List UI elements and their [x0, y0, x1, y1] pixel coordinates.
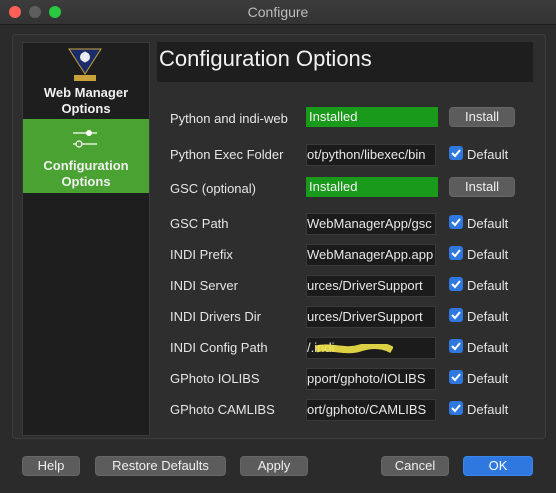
sidebar-item-label: Options — [61, 174, 111, 189]
indi-drivers-dir-input[interactable]: urces/DriverSupport — [306, 306, 436, 328]
page-title: Configuration Options — [159, 46, 372, 71]
sidebar: Web Manager Options Configuration Option… — [22, 42, 150, 436]
row-label: GSC (optional) — [170, 181, 256, 196]
row-indi-config-path: INDI Config Path /.indi Default — [170, 337, 550, 359]
cancel-button[interactable]: Cancel — [381, 456, 449, 476]
row-gsc: GSC (optional) Installed Install — [170, 177, 550, 200]
checkmark-icon — [451, 249, 461, 258]
window-title: Configure — [247, 4, 309, 20]
default-label: Default — [467, 340, 509, 355]
gphoto-iolibs-input[interactable]: pport/gphoto/IOLIBS — [306, 368, 436, 390]
checkmark-icon — [451, 280, 461, 289]
sidebar-item-label: Configuration — [43, 158, 129, 173]
install-gsc-button[interactable]: Install — [449, 177, 515, 197]
default-checkbox[interactable] — [449, 277, 463, 291]
title-bar: Configure — [0, 0, 556, 25]
ok-button[interactable]: OK — [463, 456, 533, 476]
row-indi-prefix: INDI Prefix WebManagerApp.app Default — [170, 244, 550, 266]
redaction-highlight — [315, 344, 393, 354]
install-python-button[interactable]: Install — [449, 107, 515, 127]
sidebar-item-web-manager-options[interactable]: Web Manager Options — [23, 85, 149, 117]
default-checkbox[interactable] — [449, 401, 463, 415]
default-checkbox[interactable] — [449, 146, 463, 160]
checkmark-icon — [451, 404, 461, 413]
row-label: GPhoto IOLIBS — [170, 371, 260, 386]
row-label: Python Exec Folder — [170, 147, 284, 162]
row-python-exec-folder: Python Exec Folder ot/python/libexec/bin… — [170, 144, 550, 166]
sidebar-item-configuration-options[interactable]: Configuration Options — [23, 119, 149, 193]
default-label: Default — [467, 278, 509, 293]
default-checkbox[interactable] — [449, 215, 463, 229]
row-label: Python and indi-web — [170, 111, 288, 126]
row-label: GPhoto CAMLIBS — [170, 402, 275, 417]
checkmark-icon — [451, 342, 461, 351]
page-heading: Configuration Options — [157, 42, 533, 82]
checkmark-icon — [451, 311, 461, 320]
apply-button[interactable]: Apply — [240, 456, 308, 476]
default-label: Default — [467, 371, 509, 386]
default-checkbox[interactable] — [449, 339, 463, 353]
sidebar-item-label: Web Manager — [43, 85, 129, 100]
gphoto-camlibs-input[interactable]: ort/gphoto/CAMLIBS — [306, 399, 436, 421]
row-indi-drivers-dir: INDI Drivers Dir urces/DriverSupport Def… — [170, 306, 550, 328]
row-indi-server: INDI Server urces/DriverSupport Default — [170, 275, 550, 297]
indi-prefix-input[interactable]: WebManagerApp.app — [306, 244, 436, 266]
status-indicator: Installed — [306, 107, 438, 127]
default-label: Default — [467, 402, 509, 417]
default-label: Default — [467, 147, 509, 162]
row-label: GSC Path — [170, 216, 229, 231]
indi-server-input[interactable]: urces/DriverSupport — [306, 275, 436, 297]
default-label: Default — [467, 247, 509, 262]
indi-logo-icon — [68, 48, 102, 81]
row-label: INDI Server — [170, 278, 238, 293]
sidebar-item-label: Options — [61, 101, 111, 116]
status-indicator: Installed — [306, 177, 438, 197]
default-label: Default — [467, 309, 509, 324]
row-gphoto-iolibs: GPhoto IOLIBS pport/gphoto/IOLIBS Defaul… — [170, 368, 550, 390]
python-exec-folder-input[interactable]: ot/python/libexec/bin — [306, 144, 436, 166]
row-python-indi-web: Python and indi-web Installed Install — [170, 107, 550, 130]
row-label: INDI Drivers Dir — [170, 309, 261, 324]
restore-defaults-button[interactable]: Restore Defaults — [95, 456, 226, 476]
gsc-path-input[interactable]: WebManagerApp/gsc — [306, 213, 436, 235]
default-checkbox[interactable] — [449, 370, 463, 384]
default-label: Default — [467, 216, 509, 231]
row-label: INDI Prefix — [170, 247, 233, 262]
checkmark-icon — [451, 218, 461, 227]
row-label: INDI Config Path — [170, 340, 268, 355]
sliders-icon — [73, 130, 97, 148]
default-checkbox[interactable] — [449, 246, 463, 260]
row-gphoto-camlibs: GPhoto CAMLIBS ort/gphoto/CAMLIBS Defaul… — [170, 399, 550, 421]
checkmark-icon — [451, 149, 461, 158]
indi-config-path-input[interactable]: /.indi — [306, 337, 436, 359]
row-gsc-path: GSC Path WebManagerApp/gsc Default — [170, 213, 550, 235]
default-checkbox[interactable] — [449, 308, 463, 322]
checkmark-icon — [451, 373, 461, 382]
help-button[interactable]: Help — [22, 456, 80, 476]
